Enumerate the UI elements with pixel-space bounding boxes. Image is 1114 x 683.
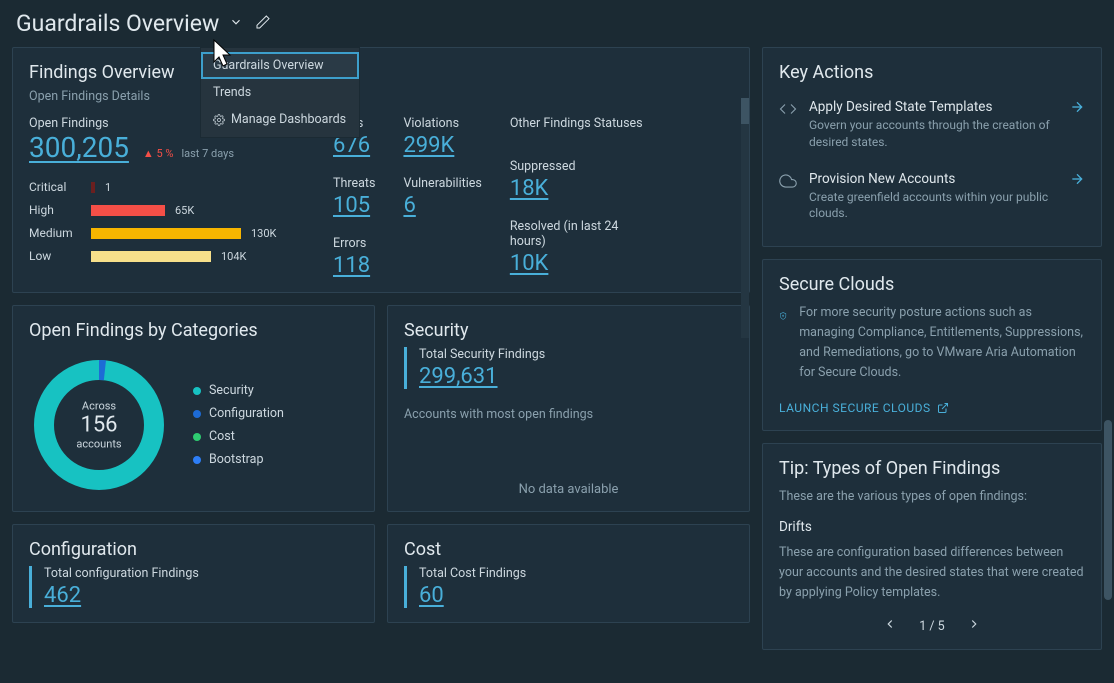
severity-low: Low104K xyxy=(29,249,309,263)
action-title-2: Provision New Accounts xyxy=(809,171,1057,187)
stat-threats-label: Threats xyxy=(333,176,375,191)
dropdown-item-trends[interactable]: Trends xyxy=(201,79,359,106)
chevron-down-icon xyxy=(229,15,243,29)
stat-errors-label: Errors xyxy=(333,236,375,251)
scrollbar-track[interactable] xyxy=(741,98,749,338)
action-apply-templates[interactable]: Apply Desired State Templates Govern you… xyxy=(779,89,1085,161)
categories-card: Open Findings by Categories Across 156 a… xyxy=(12,305,375,512)
page-title: Guardrails Overview xyxy=(16,10,219,37)
categories-title: Open Findings by Categories xyxy=(29,320,358,341)
security-title: Security xyxy=(404,320,733,341)
donut-chart[interactable]: Across 156 accounts xyxy=(29,355,169,495)
shield-search-icon xyxy=(779,303,787,329)
severity-high: High65K xyxy=(29,203,309,217)
configuration-title: Configuration xyxy=(29,539,358,560)
cost-subtitle: Total Cost Findings xyxy=(419,566,733,581)
trend-indicator: ▲ 5 % xyxy=(143,147,174,160)
legend-configuration[interactable]: Configuration xyxy=(193,406,284,421)
dropdown-item-manage[interactable]: Manage Dashboards xyxy=(201,106,359,133)
legend-security[interactable]: Security xyxy=(193,383,284,398)
dashboard-dropdown-toggle[interactable] xyxy=(227,13,245,35)
findings-overview-card: Findings Overview Open Findings Details … xyxy=(12,47,750,293)
dropdown-item-guardrails[interactable]: Guardrails Overview xyxy=(201,52,359,79)
security-subtitle: Total Security Findings xyxy=(419,347,733,362)
key-actions-card: Key Actions Apply Desired State Template… xyxy=(762,47,1102,247)
configuration-value[interactable]: 462 xyxy=(44,583,358,608)
action-desc-2: Create greenfield accounts within your p… xyxy=(809,189,1057,223)
edit-button[interactable] xyxy=(253,12,273,36)
donut-bot-label: accounts xyxy=(76,438,121,451)
tip-body: These are configuration based difference… xyxy=(779,543,1085,603)
secure-title: Secure Clouds xyxy=(779,274,1085,295)
stat-violations-label: Violations xyxy=(403,116,481,131)
other-statuses-label: Other Findings Statuses xyxy=(510,116,650,131)
code-icon xyxy=(779,100,797,118)
configuration-subtitle: Total configuration Findings xyxy=(44,566,358,581)
stat-resolved-label: Resolved (in last 24 hours) xyxy=(510,219,640,249)
findings-title: Findings Overview xyxy=(29,62,725,83)
findings-subtitle: Open Findings Details xyxy=(29,89,725,104)
cost-value[interactable]: 60 xyxy=(419,583,733,608)
stat-resolved-value[interactable]: 10K xyxy=(510,251,650,276)
stat-vuln-value[interactable]: 6 xyxy=(403,193,481,218)
action-desc-1: Govern your accounts through the creatio… xyxy=(809,117,1057,151)
chevron-right-icon xyxy=(967,617,981,631)
stat-errors-value[interactable]: 118 xyxy=(333,253,375,278)
trend-period: last 7 days xyxy=(181,147,234,160)
key-actions-title: Key Actions xyxy=(779,62,1085,83)
dropdown-item-manage-label: Manage Dashboards xyxy=(231,112,346,127)
secure-clouds-card: Secure Clouds For more security posture … xyxy=(762,259,1102,431)
security-card: Security Total Security Findings 299,631… xyxy=(387,305,750,512)
legend-cost[interactable]: Cost xyxy=(193,429,284,444)
secure-desc: For more security posture actions such a… xyxy=(799,303,1085,383)
arrow-right-icon xyxy=(1069,171,1085,187)
pencil-icon xyxy=(255,14,271,30)
security-value[interactable]: 299,631 xyxy=(419,364,733,389)
action-title-1: Apply Desired State Templates xyxy=(809,99,1057,115)
page-scrollbar-thumb[interactable] xyxy=(1104,420,1112,600)
open-findings-value[interactable]: 300,205 xyxy=(29,131,129,164)
gear-icon xyxy=(213,114,225,126)
stat-vuln-label: Vulnerabilities xyxy=(403,176,481,191)
tip-subtitle: Drifts xyxy=(779,519,1085,535)
stat-suppressed-value[interactable]: 18K xyxy=(510,176,650,201)
launch-secure-clouds-link[interactable]: LAUNCH SECURE CLOUDS xyxy=(779,401,949,415)
pager-prev[interactable] xyxy=(883,617,897,635)
chevron-left-icon xyxy=(883,617,897,631)
action-provision-accounts[interactable]: Provision New Accounts Create greenfield… xyxy=(779,161,1085,233)
pager-next[interactable] xyxy=(967,617,981,635)
cloud-icon xyxy=(779,172,797,190)
tip-intro: These are the various types of open find… xyxy=(779,487,1085,507)
configuration-card: Configuration Total configuration Findin… xyxy=(12,524,375,623)
cost-title: Cost xyxy=(404,539,733,560)
cost-card: Cost Total Cost Findings 60 xyxy=(387,524,750,623)
tip-title: Tip: Types of Open Findings xyxy=(779,458,1085,479)
arrow-right-icon xyxy=(1069,99,1085,115)
security-accounts-label: Accounts with most open findings xyxy=(404,407,733,422)
external-link-icon xyxy=(937,402,949,414)
donut-number: 156 xyxy=(76,413,121,438)
legend-bootstrap[interactable]: Bootstrap xyxy=(193,452,284,467)
dashboard-dropdown[interactable]: Guardrails Overview Trends Manage Dashbo… xyxy=(200,47,360,138)
severity-critical: Critical1 xyxy=(29,180,309,194)
donut-top-label: Across xyxy=(76,400,121,413)
stat-threats-value[interactable]: 105 xyxy=(333,193,375,218)
severity-medium: Medium130K xyxy=(29,226,309,240)
stat-violations-value[interactable]: 299K xyxy=(403,133,481,158)
stat-suppressed-label: Suppressed xyxy=(510,159,650,174)
scrollbar-thumb[interactable] xyxy=(741,98,749,124)
pager-status: 1 / 5 xyxy=(919,619,944,634)
no-data-message: No data available xyxy=(404,482,733,497)
tip-card: Tip: Types of Open Findings These are th… xyxy=(762,443,1102,650)
